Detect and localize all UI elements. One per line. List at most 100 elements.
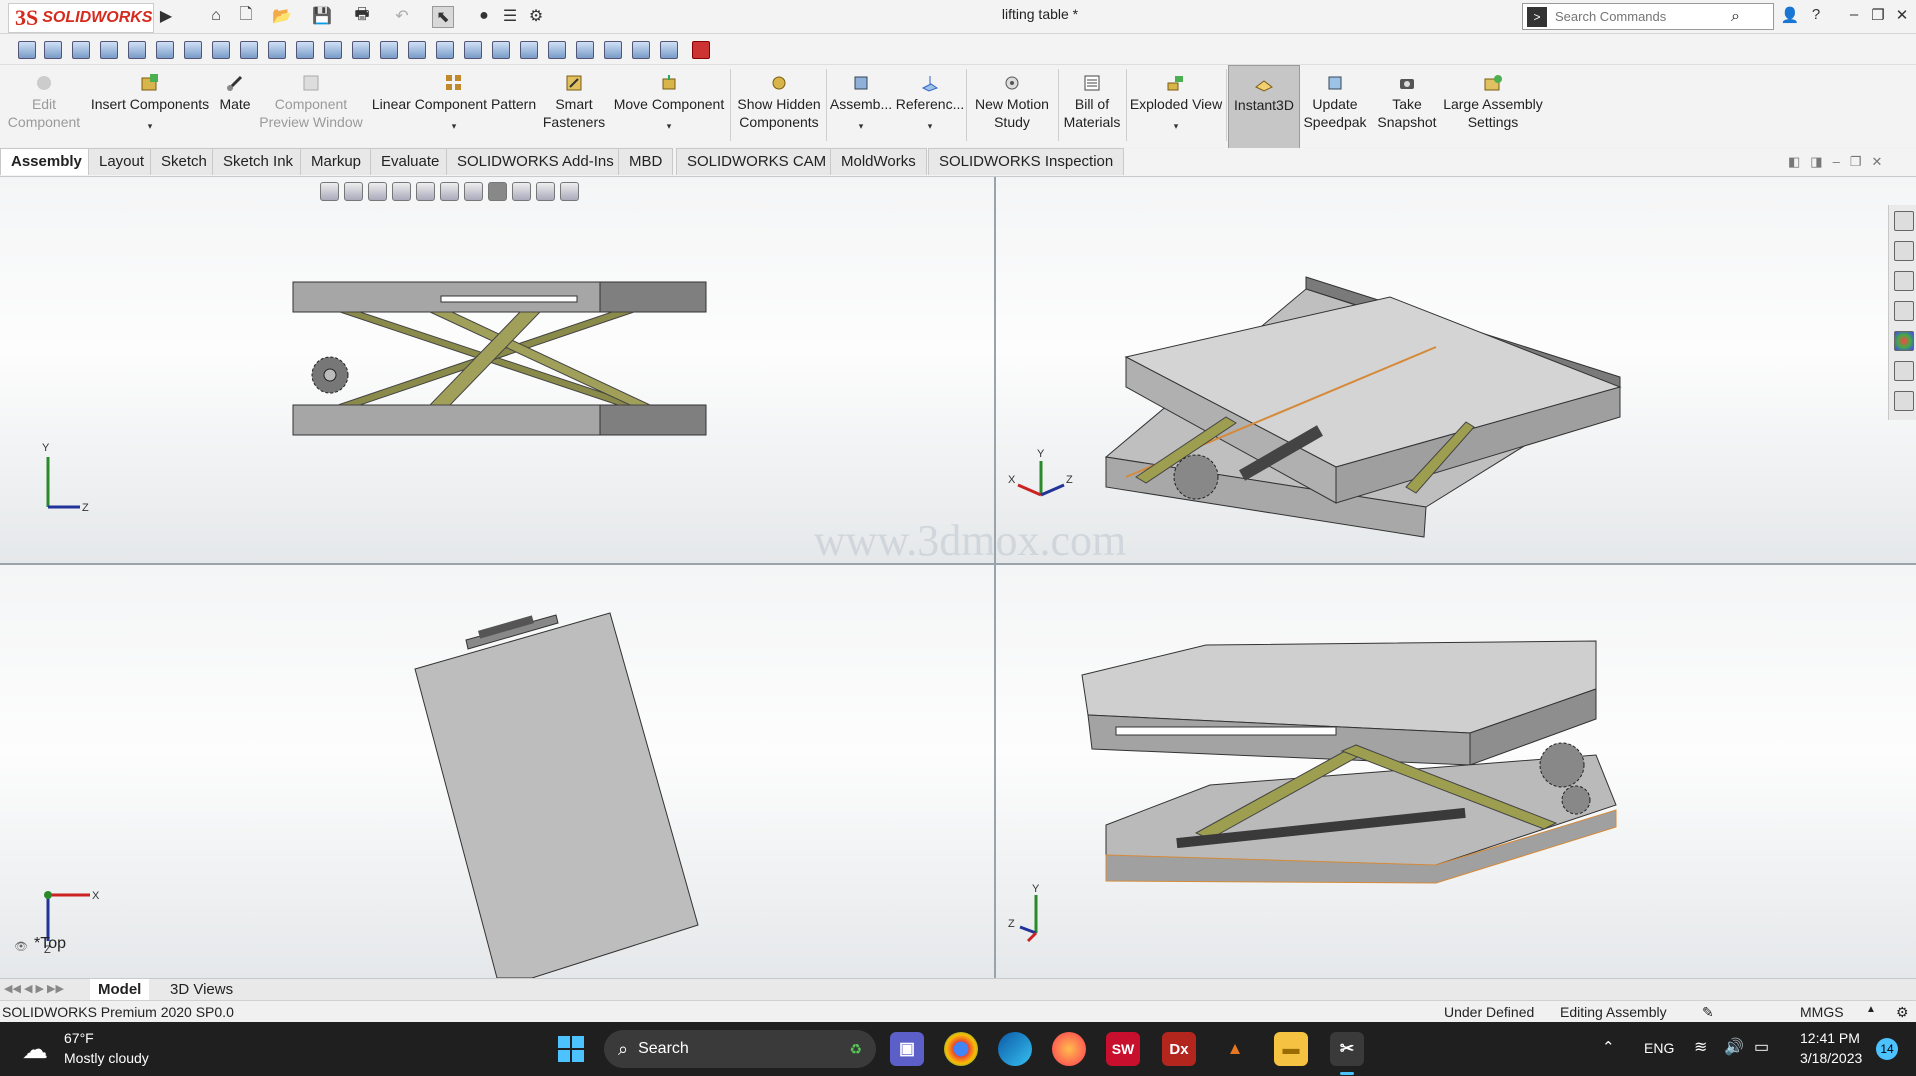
bill-of-materials-button[interactable]: Bill of Materials: [1060, 65, 1124, 147]
tab-solidworks-add-ins[interactable]: SOLIDWORKS Add-Ins: [446, 148, 625, 175]
toolbar-icon-9[interactable]: [240, 41, 258, 59]
toolbar-icon-11[interactable]: [296, 41, 314, 59]
toolbar-icon-10[interactable]: [268, 41, 286, 59]
save-icon[interactable]: 💾: [312, 6, 332, 26]
taskbar-search[interactable]: ⌕ Search ♻: [604, 1030, 876, 1068]
mate-button[interactable]: Mate: [212, 65, 258, 147]
linear-pattern-dropdown-icon[interactable]: ▾: [452, 121, 457, 131]
tab-moldworks[interactable]: MoldWorks: [830, 148, 927, 175]
assembly-features-dropdown-icon[interactable]: ▾: [859, 121, 864, 131]
toolbar-icon-2[interactable]: [44, 41, 62, 59]
tile-right-icon[interactable]: ◨: [1810, 154, 1822, 172]
exploded-view-button[interactable]: Exploded View ▾: [1128, 65, 1224, 147]
solidworks-logo[interactable]: 3S SOLIDWORKS: [8, 3, 154, 33]
file-properties-icon[interactable]: ☰: [500, 6, 520, 26]
toolbar-icon-20[interactable]: [548, 41, 566, 59]
smart-fasteners-button[interactable]: Smart Fasteners: [538, 65, 610, 147]
large-assembly-settings-button[interactable]: Large Assembly Settings: [1440, 65, 1546, 147]
new-motion-study-button[interactable]: New Motion Study: [968, 65, 1056, 147]
weather-temperature[interactable]: 67°F: [64, 1030, 94, 1046]
toolbar-icon-13[interactable]: [352, 41, 370, 59]
move-component-dropdown-icon[interactable]: ▾: [667, 121, 672, 131]
hide-show-items-icon[interactable]: [488, 181, 507, 201]
insert-components-dropdown-icon[interactable]: ▾: [148, 121, 153, 131]
reference-geometry-button[interactable]: Referenc... ▾: [896, 65, 964, 147]
volume-icon[interactable]: 🔊: [1724, 1037, 1744, 1057]
tile-left-icon[interactable]: ◧: [1788, 154, 1800, 172]
macro-icon[interactable]: [692, 41, 710, 59]
dynamic-annotation-icon[interactable]: [416, 181, 435, 201]
open-folder-icon[interactable]: 📂: [272, 6, 292, 26]
viewport-close-icon[interactable]: ✕: [1871, 154, 1882, 172]
undo-icon[interactable]: ↶: [392, 6, 412, 26]
show-hidden-icons-chevron-icon[interactable]: ⌃: [1602, 1038, 1615, 1056]
toolbar-icon-7[interactable]: [184, 41, 202, 59]
viewport-top[interactable]: X Z 👁 *Top: [0, 565, 994, 978]
edit-component-button[interactable]: Edit Component: [2, 65, 86, 147]
help-icon[interactable]: ?: [1804, 6, 1828, 26]
tab-model[interactable]: Model: [90, 979, 150, 1000]
close-icon[interactable]: ✕: [1890, 6, 1914, 26]
apply-scene-icon[interactable]: [536, 181, 555, 201]
toolbar-icon-3[interactable]: [72, 41, 90, 59]
toolbar-icon-19[interactable]: [520, 41, 538, 59]
chrome-icon[interactable]: [944, 1032, 978, 1066]
user-account-icon[interactable]: 👤: [1778, 6, 1802, 26]
tab-scroll-arrows-icon[interactable]: ◀◀ ◀ ▶ ▶▶: [4, 982, 64, 995]
toolbar-icon-4[interactable]: [100, 41, 118, 59]
take-snapshot-button[interactable]: Take Snapshot: [1372, 65, 1442, 147]
weather-cloud-icon[interactable]: ☁: [22, 1034, 48, 1065]
viewport-isometric[interactable]: Y X Z: [996, 177, 1916, 563]
assembly-features-button[interactable]: Assemb... ▾: [828, 65, 894, 147]
snipping-tool-icon[interactable]: ✂: [1330, 1032, 1364, 1066]
toolbar-icon-1[interactable]: [18, 41, 36, 59]
tab-evaluate[interactable]: Evaluate: [370, 148, 451, 175]
language-indicator[interactable]: ENG: [1644, 1040, 1674, 1056]
toolbar-icon-23[interactable]: [632, 41, 650, 59]
toolbar-icon-16[interactable]: [436, 41, 454, 59]
viewport-minimize-icon[interactable]: –: [1833, 154, 1840, 172]
windows-start-icon[interactable]: [554, 1032, 588, 1066]
view-orientation-cube-icon[interactable]: [440, 181, 459, 201]
edge-icon[interactable]: [998, 1032, 1032, 1066]
menu-expand-arrow-icon[interactable]: ▶: [156, 6, 176, 26]
custom-properties-icon[interactable]: [1894, 361, 1914, 381]
show-hidden-components-button[interactable]: Show Hidden Components: [734, 65, 824, 147]
tab-sketch-ink[interactable]: Sketch Ink: [212, 148, 305, 175]
notification-badge[interactable]: 14: [1876, 1038, 1898, 1060]
toolbar-icon-21[interactable]: [576, 41, 594, 59]
move-component-button[interactable]: Move Component ▾: [612, 65, 726, 147]
new-document-icon[interactable]: 🗋: [236, 6, 256, 26]
solidworks-resources-icon[interactable]: [1894, 211, 1914, 231]
design-library-icon[interactable]: [1894, 241, 1914, 261]
tab-3d-views[interactable]: 3D Views: [162, 979, 241, 1000]
tab-solidworks-inspection[interactable]: SOLIDWORKS Inspection: [928, 148, 1125, 175]
component-preview-window-button[interactable]: Component Preview Window: [258, 65, 364, 147]
tab-markup[interactable]: Markup: [300, 148, 373, 175]
exploded-view-dropdown-icon[interactable]: ▾: [1174, 121, 1179, 131]
rebuild-icon[interactable]: ●: [474, 6, 494, 26]
search-commands-box[interactable]: > ⌕: [1522, 3, 1774, 30]
toolbar-icon-14[interactable]: [380, 41, 398, 59]
search-icon[interactable]: ⌕: [1731, 8, 1740, 26]
clock-date[interactable]: 3/18/2023: [1800, 1050, 1862, 1066]
clock-time[interactable]: 12:41 PM: [1800, 1030, 1860, 1046]
toolbar-icon-15[interactable]: [408, 41, 426, 59]
toolbar-icon-8[interactable]: [212, 41, 230, 59]
file-explorer-icon[interactable]: [1894, 271, 1914, 291]
display-style-icon[interactable]: [464, 181, 483, 201]
insert-components-button[interactable]: Insert Components ▾: [90, 65, 210, 147]
previous-view-icon[interactable]: [368, 181, 387, 201]
solidworks-taskbar-icon[interactable]: SW: [1106, 1032, 1140, 1066]
file-explorer-taskbar-icon[interactable]: ▬: [1274, 1032, 1308, 1066]
toolbar-icon-17[interactable]: [464, 41, 482, 59]
view-orientation-icon[interactable]: 👁: [14, 940, 28, 953]
minimize-icon[interactable]: –: [1842, 6, 1866, 26]
toolbar-icon-22[interactable]: [604, 41, 622, 59]
options-gear-icon[interactable]: ⚙: [526, 6, 546, 26]
dx-app-icon[interactable]: Dx: [1162, 1032, 1196, 1066]
viewport-trimetric[interactable]: Y Z: [996, 565, 1916, 978]
viewport-front[interactable]: Y Z: [0, 177, 994, 563]
appearances-icon[interactable]: [1894, 331, 1914, 351]
toolbar-icon-18[interactable]: [492, 41, 510, 59]
